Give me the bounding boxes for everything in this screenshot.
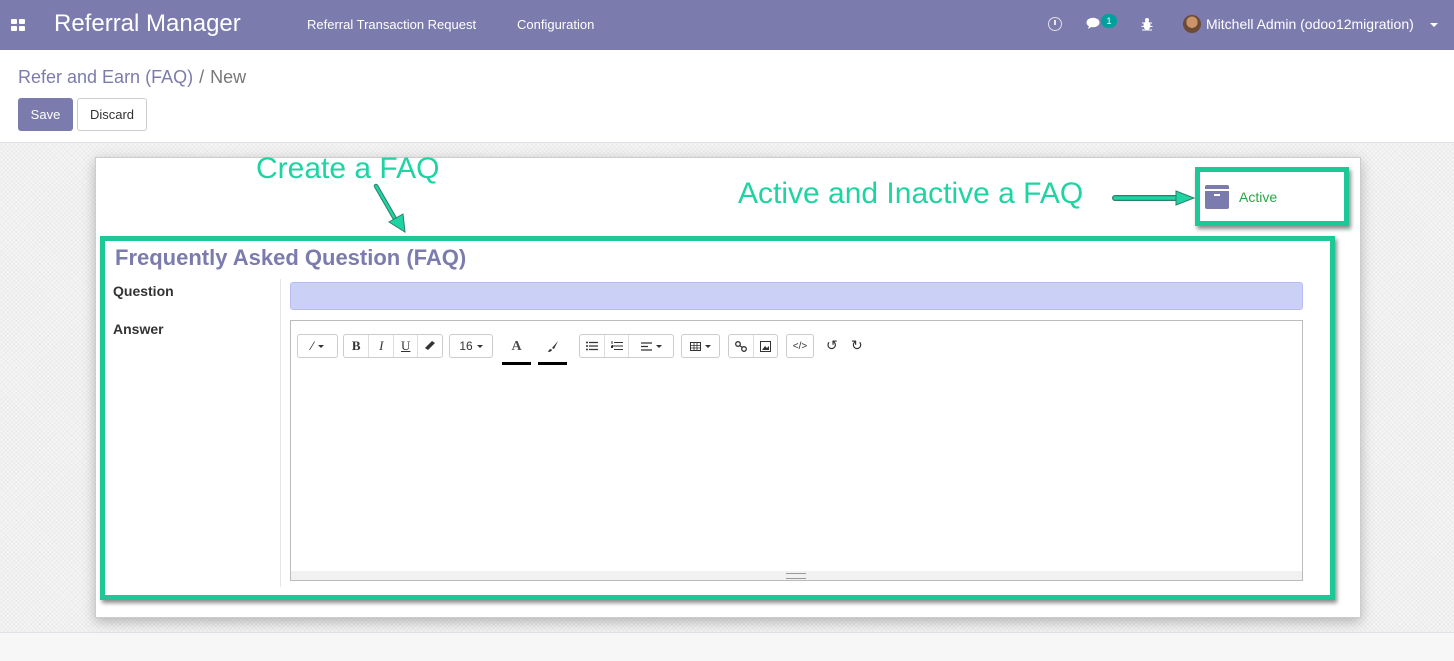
app-title[interactable]: Referral Manager	[54, 10, 241, 38]
user-avatar[interactable]	[1183, 15, 1201, 33]
annotation-faq-box	[100, 236, 1335, 600]
chatter-area	[0, 632, 1454, 661]
debug-bug-icon[interactable]	[1141, 16, 1153, 32]
activity-clock-icon[interactable]	[1048, 17, 1062, 31]
breadcrumb-separator: /	[199, 67, 205, 87]
user-menu-name[interactable]: Mitchell Admin (odoo12migration)	[1206, 16, 1414, 32]
menu-referral-transaction-request[interactable]: Referral Transaction Request	[307, 17, 476, 32]
discard-button[interactable]: Discard	[77, 98, 147, 131]
annotation-arrow-down	[373, 183, 406, 233]
messages-icon[interactable]	[1086, 17, 1102, 29]
save-button[interactable]: Save	[18, 98, 73, 131]
breadcrumb: Refer and Earn (FAQ) / New	[18, 67, 246, 88]
top-navbar: Referral Manager Referral Transaction Re…	[0, 0, 1454, 50]
breadcrumb-current: New	[210, 67, 247, 87]
apps-menu-icon[interactable]	[11, 19, 25, 31]
breadcrumb-parent-link[interactable]: Refer and Earn (FAQ)	[18, 67, 193, 87]
annotation-active-box	[1195, 167, 1349, 226]
messages-count-badge: 1	[1101, 14, 1117, 28]
menu-configuration[interactable]: Configuration	[517, 17, 594, 32]
annotation-arrow-right	[1112, 190, 1195, 206]
control-panel: Refer and Earn (FAQ) / New Save Discard	[0, 50, 1454, 143]
user-menu-chevron-down-icon[interactable]	[1430, 23, 1438, 27]
annotation-active-faq: Active and Inactive a FAQ	[738, 177, 1084, 210]
